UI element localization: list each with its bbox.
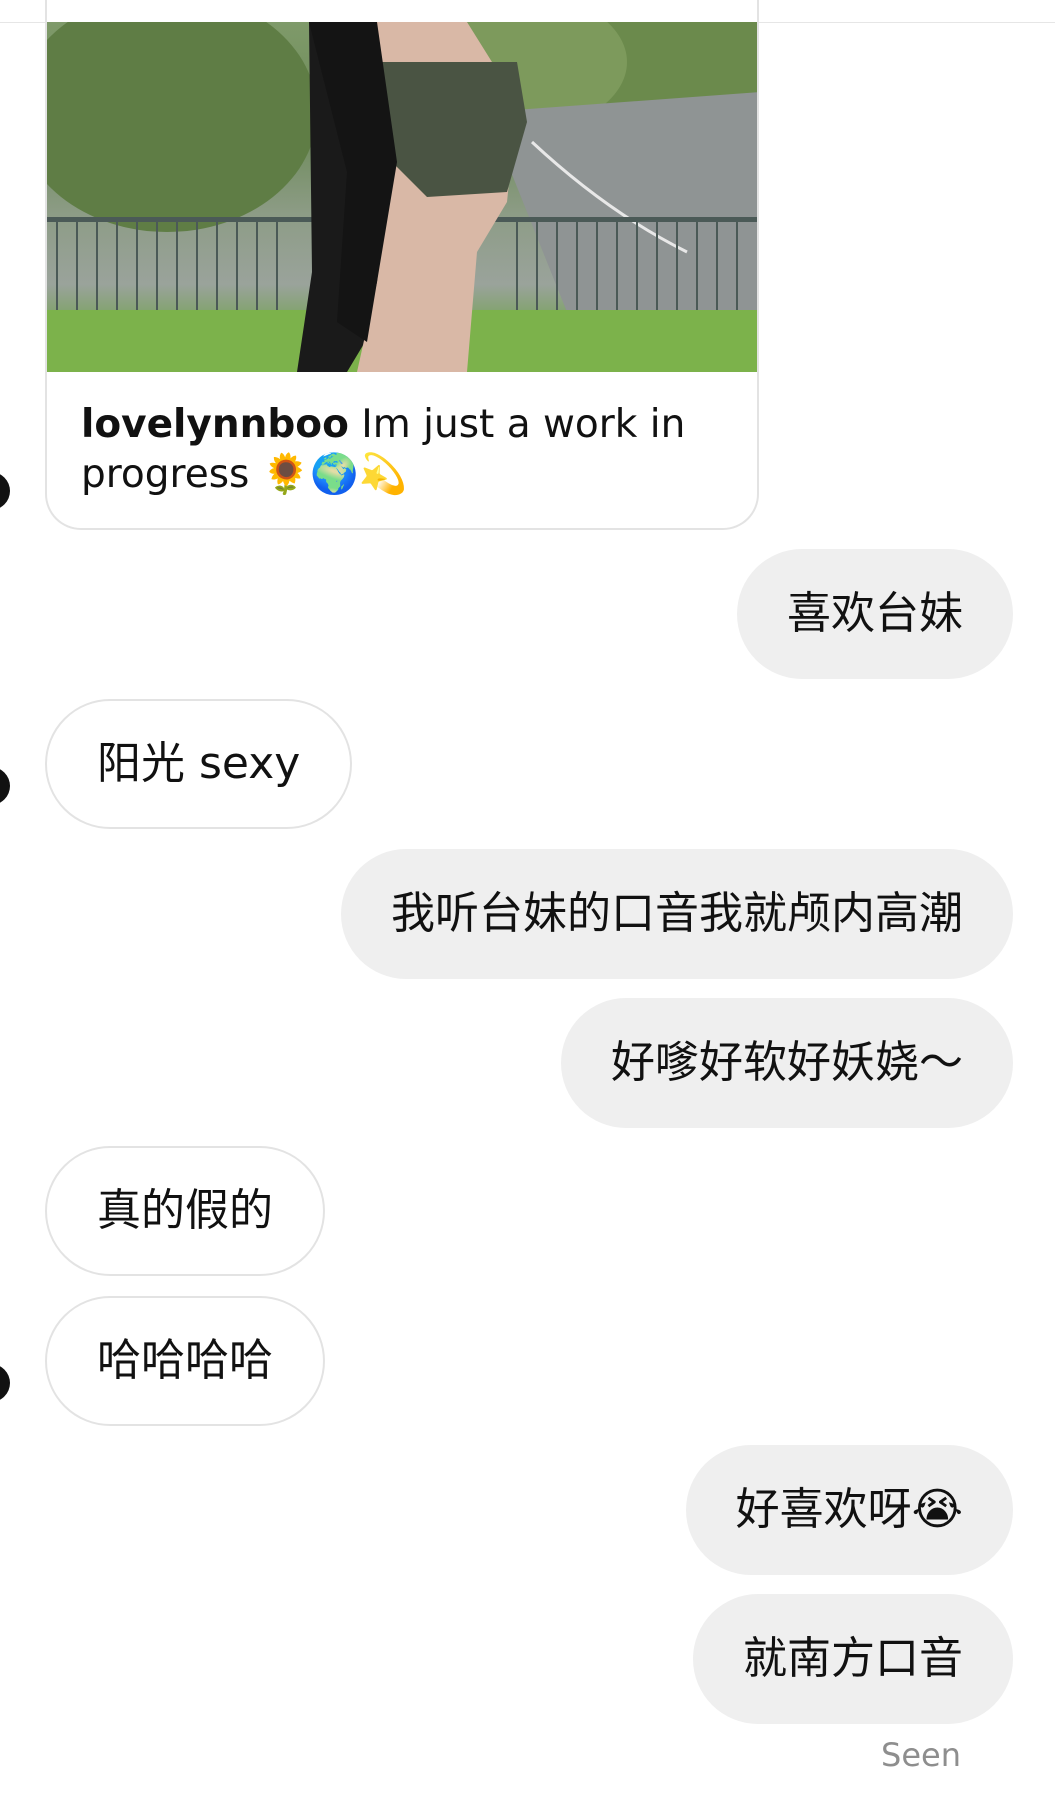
message-text: 好嗲好软好妖娆～ — [611, 1037, 963, 1088]
message-incoming[interactable]: 阳光 sexy — [45, 699, 353, 829]
post-photo[interactable] — [47, 22, 757, 372]
message-text: 阳光 sexy — [97, 738, 301, 789]
message-incoming[interactable]: 真的假的 — [45, 1146, 325, 1276]
message-text: 喜欢台妹 — [787, 588, 963, 639]
post-caption: lovelynnboo Im just a work in progress 🌻… — [81, 400, 701, 500]
shared-post-card[interactable]: lovelynnboo Im just a work in progress 🌻… — [45, 0, 759, 530]
sender-avatar[interactable] — [0, 767, 10, 805]
message-text: 我听台妹的口音我就颅内高潮 — [391, 888, 963, 939]
post-username[interactable]: lovelynnboo — [81, 402, 349, 447]
sender-avatar[interactable] — [0, 472, 10, 510]
message-text: 真的假的 — [97, 1185, 273, 1236]
message-incoming[interactable]: 哈哈哈哈 — [45, 1296, 325, 1426]
message-outgoing[interactable]: 我听台妹的口音我就颅内高潮 — [341, 849, 1013, 979]
message-outgoing[interactable]: 就南方口音 — [693, 1594, 1013, 1724]
post-caption-emojis: 🌻🌍💫 — [261, 452, 408, 497]
message-outgoing[interactable]: 喜欢台妹 — [737, 549, 1013, 679]
message-outgoing[interactable]: 好嗲好软好妖娆～ — [561, 998, 1013, 1128]
message-text: 就南方口音 — [743, 1633, 963, 1684]
message-outgoing[interactable]: 好喜欢呀😭 — [685, 1445, 1013, 1575]
sender-avatar[interactable] — [0, 1364, 10, 1402]
seen-status: Seen — [881, 1736, 961, 1774]
message-text: 哈哈哈哈 — [97, 1335, 273, 1386]
message-text: 好喜欢呀😭 — [735, 1484, 963, 1535]
post-photo-illustration — [47, 22, 757, 372]
